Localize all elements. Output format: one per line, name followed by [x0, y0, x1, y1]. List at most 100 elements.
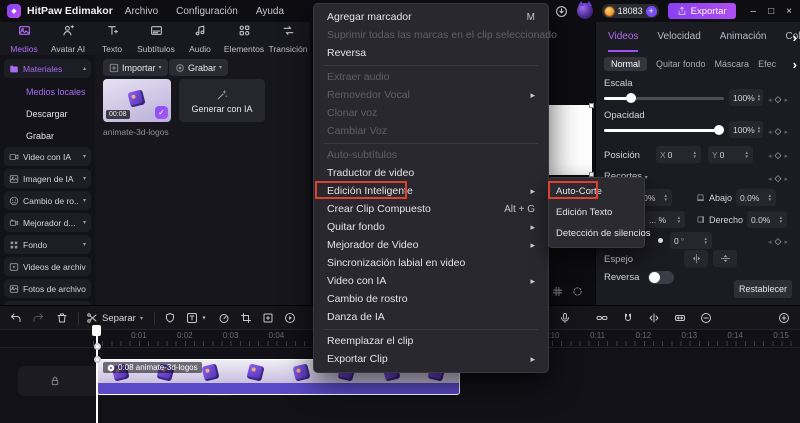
playhead[interactable]: [96, 325, 98, 423]
rotation-box[interactable]: 0 ° ▲▼: [670, 232, 712, 249]
sidebar-item[interactable]: Mejorador d...▾: [4, 213, 91, 232]
context-menu-item[interactable]: Reversa: [314, 44, 548, 62]
sidebar-item[interactable]: Grabar: [4, 125, 91, 147]
subtab-quitar-fondo[interactable]: Quitar fondo: [656, 59, 706, 69]
preview-video-frame[interactable]: [548, 105, 592, 175]
crop-keyframe-nav[interactable]: ◂◇▸: [768, 173, 788, 184]
ribbon-tab-transici-n[interactable]: Transición: [266, 22, 310, 55]
sidebar-item[interactable]: Cambio de ro...▾: [4, 191, 91, 210]
mic-icon[interactable]: [559, 312, 571, 324]
position-x-box[interactable]: X 0 ▲▼: [656, 146, 701, 163]
text-tool-icon[interactable]: [186, 312, 198, 324]
opacity-value-box[interactable]: 100% ▲▼: [729, 121, 763, 138]
context-menu-item[interactable]: Quitar fondo▸: [314, 218, 548, 236]
stepper-icon[interactable]: ▲▼: [693, 151, 697, 159]
split-label[interactable]: Separar: [102, 313, 136, 324]
coin-balance[interactable]: 18083 +: [602, 4, 659, 18]
split-icon[interactable]: [648, 312, 660, 324]
play-circle-icon[interactable]: [284, 312, 296, 324]
playhead-handle[interactable]: [92, 325, 101, 336]
sidebar-item[interactable]: Video con IA▾: [4, 147, 91, 166]
close-icon[interactable]: ×: [786, 6, 792, 17]
fade-handle[interactable]: [94, 356, 101, 363]
redo-icon[interactable]: [32, 312, 44, 324]
sidebar-item[interactable]: Fondo▾: [4, 235, 91, 254]
sidebar-item[interactable]: Imagen de IA▾: [4, 169, 91, 188]
stepper-icon[interactable]: ▲▼: [677, 216, 681, 224]
minus-circle-icon[interactable]: [700, 312, 712, 324]
chevron-right-icon[interactable]: ›: [793, 57, 797, 72]
context-menu-item[interactable]: Video con IA▸: [314, 272, 548, 290]
undo-icon[interactable]: [10, 312, 22, 324]
grid-icon[interactable]: [552, 286, 563, 297]
stepper-icon[interactable]: ▲▼: [779, 216, 783, 224]
sidebar-item[interactable]: Videos de archivo: [4, 257, 91, 276]
context-menu-item[interactable]: Mejorador de Video▸: [314, 236, 548, 254]
lock-icon[interactable]: [50, 376, 61, 387]
crop-left-box[interactable]: ... %▲▼: [645, 211, 685, 228]
stepper-icon[interactable]: ▲▼: [704, 237, 708, 245]
selection-handle[interactable]: [589, 103, 594, 108]
marker-icon[interactable]: [164, 312, 176, 324]
context-menu-item[interactable]: Sincronización labial en video: [314, 254, 548, 272]
avatar[interactable]: [577, 3, 593, 19]
tab-videos[interactable]: Videos: [608, 22, 638, 52]
scale-slider[interactable]: [604, 93, 724, 103]
transform-icon[interactable]: [262, 312, 274, 324]
context-menu-item[interactable]: Crear Clip CompuestoAlt + G: [314, 200, 548, 218]
sidebar-item[interactable]: Descargar: [4, 103, 91, 125]
ribbon-tab-audio[interactable]: Audio: [178, 22, 222, 55]
crop-bottom-box[interactable]: 0.0%▲▼: [736, 189, 776, 206]
minimize-icon[interactable]: –: [751, 6, 757, 17]
import-button[interactable]: Importar ▾: [103, 59, 168, 76]
reverse-toggle[interactable]: [648, 271, 674, 284]
record-button[interactable]: Grabar ▾: [169, 59, 228, 76]
media-thumbnail[interactable]: 00:08 ✓: [103, 79, 171, 122]
mirror-vertical-button[interactable]: [713, 250, 737, 267]
subtab-efec[interactable]: Efec: [758, 59, 776, 69]
chevron-down-icon[interactable]: ▾: [202, 315, 205, 322]
subtab-normal[interactable]: Normal: [604, 57, 647, 71]
trash-icon[interactable]: [56, 312, 68, 324]
mirror-horizontal-button[interactable]: [684, 250, 708, 267]
rotate-preview-icon[interactable]: [572, 286, 583, 297]
sidebar-item[interactable]: Medios locales: [4, 81, 91, 103]
ribbon-tab-subt-tulos[interactable]: Subtítulos: [134, 22, 178, 55]
add-coins-icon[interactable]: +: [646, 6, 657, 17]
context-menu-item[interactable]: Danza de IA: [314, 308, 548, 326]
generate-ai-button[interactable]: Generar con IA: [179, 79, 265, 122]
chevron-right-icon[interactable]: ›: [793, 30, 797, 45]
ribbon-tab-texto[interactable]: Texto: [90, 22, 134, 55]
rotation-keyframe-nav[interactable]: ◂◇▸: [768, 236, 788, 247]
context-menu-item[interactable]: Exportar Clip▸: [314, 350, 548, 368]
ribbon-tab-elementos[interactable]: Elementos: [222, 22, 266, 55]
download-icon[interactable]: [555, 5, 568, 18]
scissors-icon[interactable]: [86, 312, 98, 324]
chevron-down-icon[interactable]: ▾: [140, 315, 143, 322]
context-submenu-item[interactable]: Detección de silencios: [549, 223, 644, 244]
position-keyframe-nav[interactable]: ◂◇▸: [768, 150, 788, 161]
stepper-icon[interactable]: ▲▼: [768, 194, 772, 202]
context-menu-item[interactable]: Cambio de rostro: [314, 290, 548, 308]
export-button[interactable]: Exportar: [668, 3, 736, 19]
context-menu-item[interactable]: Reemplazar el clip: [314, 332, 548, 350]
scale-value-box[interactable]: 100% ▲▼: [729, 89, 763, 106]
sidebar-item[interactable]: Materiales▴: [4, 59, 91, 78]
scale-keyframe-nav[interactable]: ◂◇▸: [768, 94, 788, 105]
position-y-box[interactable]: Y 0 ▲▼: [708, 146, 753, 163]
menubar-item[interactable]: Ayuda: [256, 6, 284, 17]
menubar-item[interactable]: Archivo: [125, 6, 158, 17]
fit-icon[interactable]: [674, 312, 686, 324]
crop-icon[interactable]: [240, 312, 252, 324]
stepper-icon[interactable]: ▲▼: [757, 126, 761, 134]
ribbon-tab-medios[interactable]: Medios: [2, 22, 46, 55]
context-menu-item[interactable]: Agregar marcadorM: [314, 8, 548, 26]
tab-animación[interactable]: Animación: [720, 22, 767, 52]
menubar-item[interactable]: Configuración: [176, 6, 238, 17]
maximize-icon[interactable]: □: [768, 6, 774, 17]
opacity-slider[interactable]: [604, 125, 724, 135]
sidebar-item[interactable]: Fotos de archivo: [4, 279, 91, 298]
ribbon-tab-avatar-ai[interactable]: Avatar AI: [46, 22, 90, 55]
stepper-icon[interactable]: ▲▼: [757, 94, 761, 102]
context-menu-item[interactable]: Traductor de video: [314, 164, 548, 182]
